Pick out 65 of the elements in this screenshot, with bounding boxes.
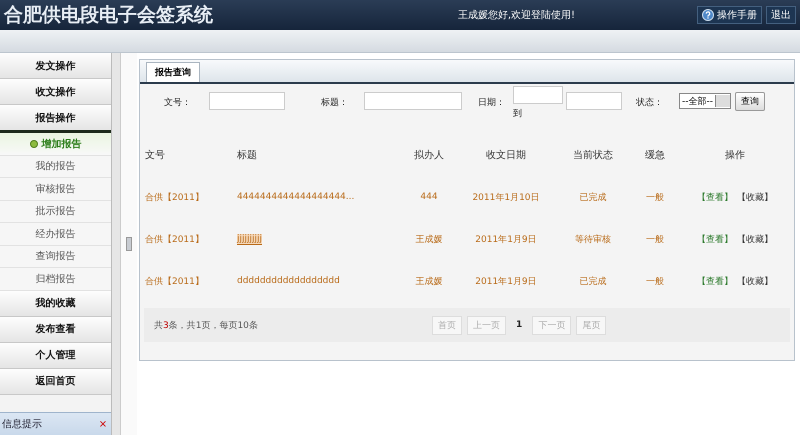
- field-label: 标题：: [320, 96, 348, 109]
- table-cell-text: 一般: [644, 276, 665, 288]
- bullet-icon: [30, 140, 38, 148]
- column-header: 缓急: [644, 148, 666, 163]
- summary-text: 共3条，共1页，每页10条: [154, 320, 259, 332]
- menu-item[interactable]: 查询报告: [0, 246, 112, 268]
- field-label: 日期：: [478, 96, 505, 109]
- menu-group[interactable]: 报告操作: [0, 105, 112, 133]
- menu-group[interactable]: 发文操作: [0, 53, 112, 79]
- menu-item[interactable]: 我的报告: [0, 156, 112, 178]
- logout-button[interactable]: 退出: [766, 6, 796, 24]
- title-link[interactable]: 4444444444444444444...: [236, 192, 354, 202]
- page-number[interactable]: 1: [510, 318, 528, 332]
- menu-group[interactable]: 返回首页: [0, 368, 112, 394]
- to-label: 到: [512, 108, 523, 120]
- table-cell-text: 一般: [644, 192, 665, 204]
- column-header: 操作: [724, 149, 746, 163]
- menu-group[interactable]: 收文操作: [0, 79, 112, 105]
- tab[interactable]: 报告查询: [146, 62, 200, 82]
- table-cell-text: 2011年1月9日: [474, 276, 538, 288]
- table-cell-text: 合供【2011】: [144, 234, 205, 246]
- title-field[interactable]: [364, 92, 462, 110]
- welcome-text: 王成媛您好,欢迎登陆使用!: [458, 8, 575, 22]
- start-date-field[interactable]: [512, 86, 563, 104]
- column-header: 拟办人: [412, 148, 445, 163]
- search-button[interactable]: 查询: [734, 92, 765, 111]
- table-cell-text: 2011年1月9日: [474, 234, 538, 246]
- info-title: 信息提示: [2, 418, 42, 431]
- table-cell-text: 合供【2011】: [144, 192, 205, 204]
- favorite-link[interactable]: 【收藏】: [736, 192, 773, 202]
- table-cell-text: 444: [419, 191, 439, 204]
- app-title: 合肥供电段电子会签系统: [4, 3, 214, 28]
- view-link[interactable]: 【查看】: [696, 276, 733, 286]
- table-cell-text: 已完成: [578, 276, 608, 288]
- title-link[interactable]: dddddddddddddddddd: [236, 276, 340, 286]
- menu-group[interactable]: 个人管理: [0, 342, 112, 368]
- menu-item[interactable]: 批示报告: [0, 200, 112, 223]
- favorite-link[interactable]: 【收藏】: [736, 234, 773, 244]
- splitter-handle[interactable]: [126, 237, 132, 251]
- view-link[interactable]: 【查看】: [696, 192, 733, 202]
- table-cell-text: 2011年1月10日: [471, 192, 541, 204]
- table-cell-text: 王成媛: [414, 276, 444, 288]
- status-dropdown[interactable]: --全部--: [678, 93, 731, 109]
- column-header: 文号: [144, 148, 166, 163]
- manual-button[interactable]: 操作手册: [697, 6, 762, 24]
- favorite-link[interactable]: 【收藏】: [736, 276, 773, 286]
- table-cell-text: 等待审核: [574, 234, 612, 246]
- end-date-field[interactable]: [566, 92, 622, 110]
- table-cell-text: 已完成: [578, 192, 608, 204]
- table-cell-text: 合供【2011】: [144, 276, 205, 288]
- doc-number-field[interactable]: [208, 92, 285, 110]
- help-icon: [702, 9, 714, 21]
- close-button[interactable]: ×: [98, 418, 108, 430]
- menu-group[interactable]: 发布查看: [0, 316, 112, 342]
- scrollbar[interactable]: [112, 53, 122, 435]
- table-cell-text: 王成媛: [414, 234, 444, 246]
- menu-group[interactable]: 我的收藏: [0, 290, 112, 316]
- column-header: 收文日期: [484, 148, 527, 163]
- menu-item[interactable]: 增加报告: [0, 133, 112, 156]
- column-header: 当前状态: [572, 148, 614, 163]
- field-label: 文号：: [164, 96, 191, 109]
- field-label: 状态：: [636, 96, 663, 109]
- view-link[interactable]: 【查看】: [696, 234, 733, 244]
- table-cell-text: 一般: [644, 234, 665, 246]
- column-header: 标题: [236, 148, 258, 163]
